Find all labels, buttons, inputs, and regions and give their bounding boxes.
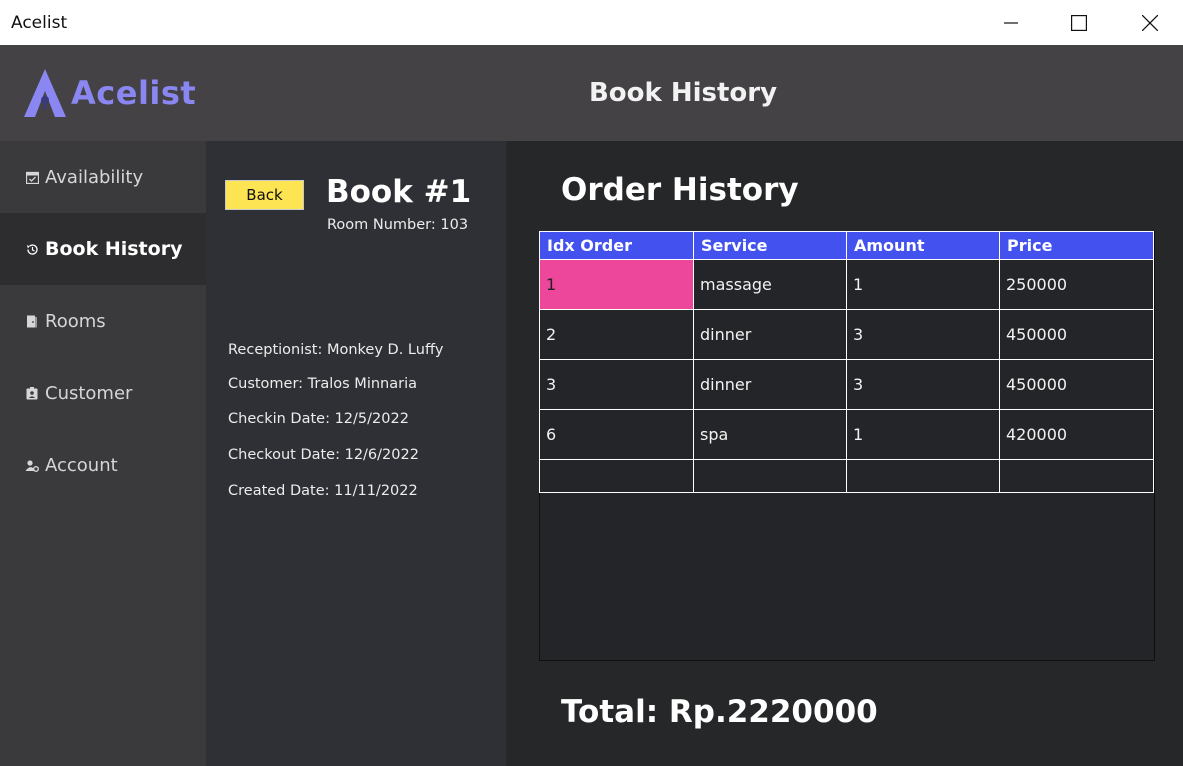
sidebar-item-label: Rooms <box>45 310 106 332</box>
close-icon <box>1142 14 1158 31</box>
column-header[interactable]: Amount <box>846 231 1000 260</box>
table-cell[interactable] <box>539 459 694 493</box>
table-cell[interactable]: 2 <box>539 309 694 360</box>
column-header[interactable]: Idx Order <box>539 231 694 260</box>
minimize-icon <box>1004 21 1018 24</box>
user-gear-icon <box>25 458 39 472</box>
table-cell[interactable]: dinner <box>693 359 847 410</box>
column-header[interactable]: Price <box>999 231 1154 260</box>
table-cell[interactable]: 1 <box>539 259 694 310</box>
table-cell[interactable] <box>999 459 1154 493</box>
sidebar-item-availability[interactable]: Availability <box>0 141 206 213</box>
table-cell[interactable]: 6 <box>539 409 694 460</box>
sidebar: Availability Book History Rooms Customer… <box>0 141 206 766</box>
sidebar-item-customer[interactable]: Customer <box>0 357 206 429</box>
customer-label: Customer: Tralos Minnaria <box>228 376 417 392</box>
table-cell[interactable]: 3 <box>846 359 1000 410</box>
close-button[interactable] <box>1127 0 1173 45</box>
table-cell[interactable]: 1 <box>846 259 1000 310</box>
created-date-label: Created Date: 11/11/2022 <box>228 483 418 499</box>
table-cell[interactable] <box>693 459 847 493</box>
table-cell[interactable]: 1 <box>846 409 1000 460</box>
table-cell[interactable]: dinner <box>693 309 847 360</box>
order-table: Idx Order Service Amount Price 1 massage… <box>539 231 1154 493</box>
sidebar-item-label: Customer <box>45 382 133 404</box>
maximize-button[interactable] <box>1056 0 1102 45</box>
sidebar-item-label: Account <box>45 454 118 476</box>
table-cell[interactable]: 3 <box>539 359 694 410</box>
table-cell[interactable]: massage <box>693 259 847 310</box>
table-row[interactable]: 2 dinner 3 450000 <box>539 309 1154 360</box>
window-title: Acelist <box>11 13 68 33</box>
sidebar-item-account[interactable]: Account <box>0 429 206 501</box>
sidebar-item-label: Availability <box>45 166 144 188</box>
table-cell[interactable]: spa <box>693 409 847 460</box>
app-header: Acelist Book History <box>0 45 1183 141</box>
table-row[interactable]: 3 dinner 3 450000 <box>539 359 1154 410</box>
table-cell[interactable] <box>846 459 1000 493</box>
sidebar-item-label: Book History <box>45 238 183 260</box>
table-cell[interactable]: 3 <box>846 309 1000 360</box>
table-cell[interactable]: 420000 <box>999 409 1154 460</box>
column-header[interactable]: Service <box>693 231 847 260</box>
table-row[interactable]: 1 massage 1 250000 <box>539 259 1154 310</box>
room-number: Room Number: 103 <box>327 217 469 233</box>
door-icon <box>25 314 39 328</box>
sidebar-item-rooms[interactable]: Rooms <box>0 285 206 357</box>
minimize-button[interactable] <box>988 0 1034 45</box>
sidebar-item-book-history[interactable]: Book History <box>0 213 206 285</box>
maximize-icon <box>1071 14 1087 31</box>
id-badge-icon <box>25 386 39 400</box>
calendar-check-icon <box>25 170 39 184</box>
table-row[interactable]: 6 spa 1 420000 <box>539 409 1154 460</box>
table-cell[interactable]: 450000 <box>999 309 1154 360</box>
table-header-row: Idx Order Service Amount Price <box>539 231 1154 260</box>
table-cell[interactable]: 450000 <box>999 359 1154 410</box>
booking-title: Book #1 <box>326 174 472 210</box>
checkin-date-label: Checkin Date: 12/5/2022 <box>228 411 409 427</box>
back-button[interactable]: Back <box>225 180 304 210</box>
order-history-title: Order History <box>561 172 799 208</box>
history-icon <box>25 242 39 256</box>
total-label: Total: Rp.2220000 <box>561 694 878 730</box>
receptionist-label: Receptionist: Monkey D. Luffy <box>228 342 444 358</box>
table-cell[interactable]: 250000 <box>999 259 1154 310</box>
checkout-date-label: Checkout Date: 12/6/2022 <box>228 447 419 463</box>
page-title: Book History <box>588 78 778 108</box>
window-titlebar: Acelist <box>0 0 1183 45</box>
new-row[interactable] <box>539 459 1154 493</box>
